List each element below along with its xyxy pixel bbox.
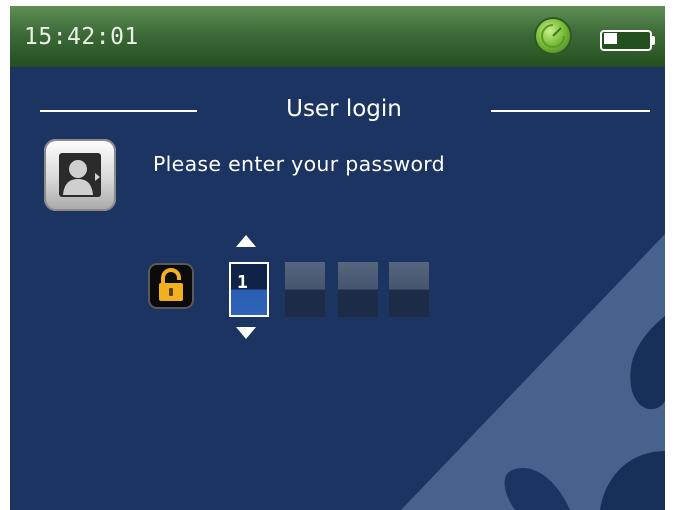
title-divider-right [491, 110, 650, 112]
login-screen: 15:42:01 User login Please enter your pa… [10, 6, 665, 510]
title-divider-left [40, 110, 197, 112]
watermark-graphic [401, 234, 665, 510]
user-icon [59, 153, 101, 197]
battery-level-fill [604, 33, 617, 44]
password-digit-1[interactable]: 1 [229, 262, 269, 317]
battery-icon [600, 30, 655, 51]
password-digit-3[interactable] [338, 262, 378, 317]
digit-up-arrow[interactable] [235, 234, 257, 248]
clock: 15:42:01 [24, 24, 139, 50]
password-prompt: Please enter your password [153, 152, 445, 176]
unlock-icon [148, 263, 194, 309]
user-select-button[interactable] [44, 139, 116, 211]
screen-title: User login [286, 96, 402, 122]
password-digit-1-value: 1 [237, 272, 248, 293]
password-digit-4[interactable] [389, 262, 429, 317]
digit-down-arrow[interactable] [235, 326, 257, 340]
password-digit-2[interactable] [285, 262, 325, 317]
status-bar: 15:42:01 [10, 6, 665, 67]
status-ok-icon [536, 19, 570, 53]
